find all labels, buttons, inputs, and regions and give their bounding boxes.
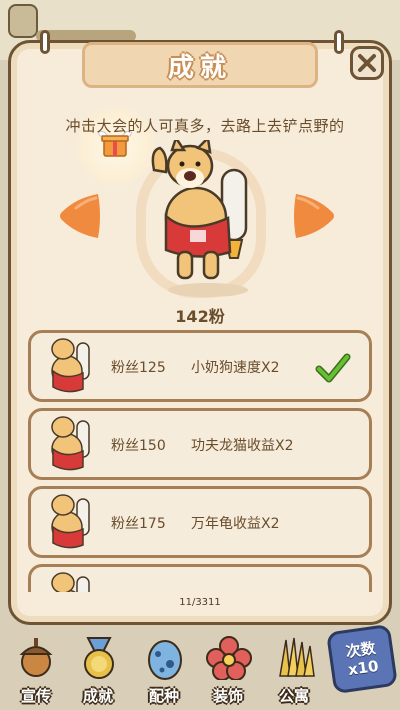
nav-label: 成就: [82, 687, 113, 705]
flower-icon: [206, 636, 252, 680]
corgi-jetpack-icon: [51, 338, 90, 393]
next-arrow-button[interactable]: [292, 188, 338, 244]
panel-title: 成就: [167, 52, 232, 83]
achievement-row[interactable]: 粉丝125 小奶狗速度X2: [28, 330, 372, 402]
close-icon: [358, 54, 376, 72]
corgi-jetpack-icon: [51, 494, 90, 549]
nav-item-breeding[interactable]: 配种: [132, 628, 196, 710]
checkmark-icon: [315, 353, 351, 383]
achievement-list[interactable]: 粉丝125 小奶狗速度X2 粉丝150 功夫龙猫收益X2 粉丝175 万年龟收益…: [28, 330, 374, 592]
achievement-reward: 功夫龙猫收益X2: [191, 438, 294, 454]
achievement-row[interactable]: 粉丝175 万年龟收益X2: [28, 486, 372, 558]
panel-clip: [40, 30, 50, 54]
nav-label: 公寓: [278, 687, 309, 705]
previous-arrow-button[interactable]: [56, 188, 102, 244]
corgi-jetpack-character: [151, 140, 248, 297]
achievement-reward: 万年龟收益X2: [191, 516, 280, 532]
achievement-row[interactable]: [28, 564, 372, 592]
achievement-fans-requirement: 粉丝150: [111, 438, 166, 454]
achievement-description: 冲击大会的人可真多，去路上去铲点野的: [65, 117, 345, 135]
medal-icon: [84, 637, 114, 679]
achievement-fans-requirement: 粉丝175: [111, 516, 166, 532]
title-banner: 成就: [82, 42, 318, 88]
spotted-egg-icon: [148, 640, 182, 680]
nav-label: 配种: [148, 687, 179, 705]
nav-label: 装饰: [212, 687, 243, 705]
nav-label: 宣传: [20, 687, 51, 705]
close-button[interactable]: [350, 46, 384, 80]
corgi-jetpack-icon: [51, 572, 90, 592]
achievement-row[interactable]: 粉丝150 功夫龙猫收益X2: [28, 408, 372, 480]
hay-bundle-icon: [279, 637, 315, 677]
corgi-jetpack-icon: [51, 416, 90, 471]
achievement-fans-requirement: 粉丝125: [111, 360, 166, 376]
background-decoration: [8, 4, 38, 38]
nav-item-achievements[interactable]: 成就: [66, 628, 130, 710]
achievement-reward: 小奶狗速度X2: [191, 360, 280, 376]
acorn-megaphone-icon: [19, 638, 53, 677]
panel-clip: [334, 30, 344, 54]
page-counter: 11/3311: [179, 597, 221, 608]
multiplier-badge[interactable]: 次数 x10: [325, 623, 399, 695]
nav-item-decoration[interactable]: 装饰: [196, 628, 260, 710]
nav-item-promotion[interactable]: 宣传: [4, 628, 68, 710]
current-fans-count: 142粉: [175, 307, 225, 326]
multiplier-value: x10: [346, 656, 380, 679]
nav-item-apartment[interactable]: 公寓: [262, 628, 326, 710]
